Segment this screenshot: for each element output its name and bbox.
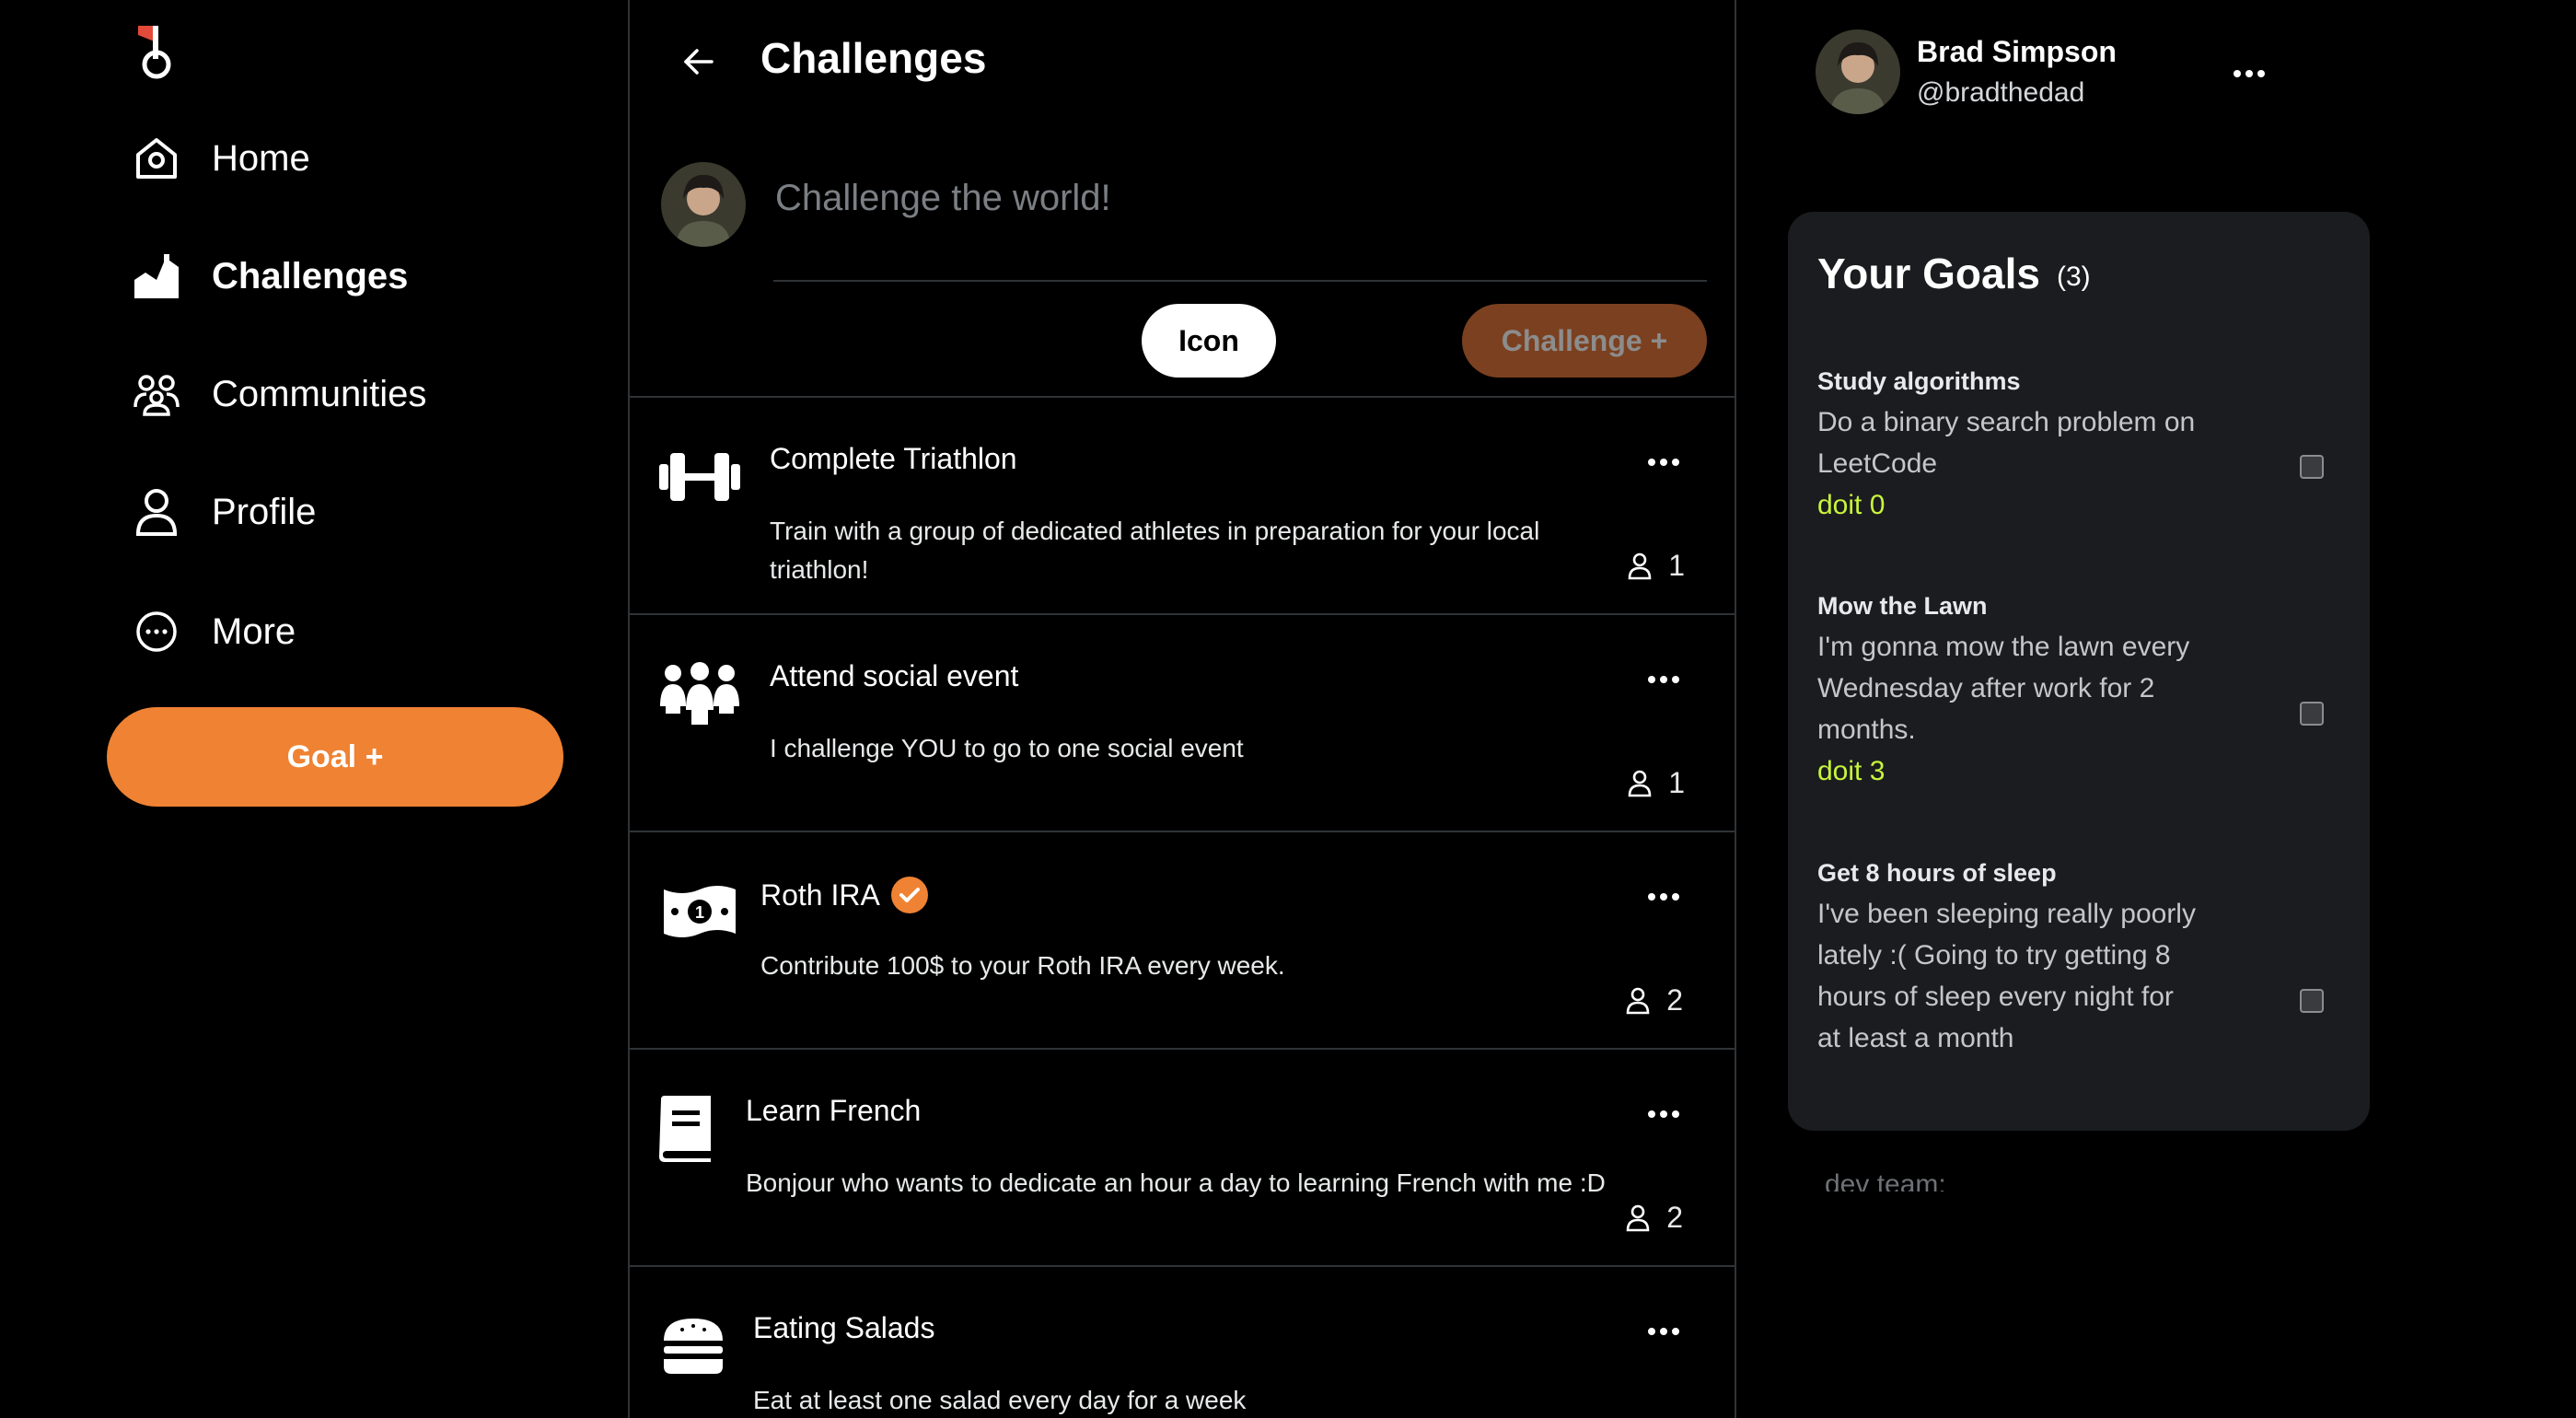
dev-team-label: dev team: (1825, 1169, 1946, 1191)
challenge-card[interactable]: 1 Roth IRA Contribute 100$ to your Roth … (630, 832, 1735, 1050)
burger-icon (661, 1311, 725, 1381)
main-feed-column: Challenges Icon Challenge + (628, 0, 1736, 1418)
nav-label-profile: Profile (212, 491, 317, 532)
nav-item-more[interactable]: More (129, 595, 296, 668)
goals-title: Your Goals (1817, 250, 2040, 297)
money-bill-icon: 1 (657, 877, 742, 947)
participant-count: 1 (1628, 766, 1685, 800)
nav-item-challenges[interactable]: Challenges (129, 239, 408, 313)
right-sidebar: Brad Simpson @bradthedad Your Goals (3) … (1736, 0, 2576, 1418)
page-title: Challenges (760, 34, 987, 82)
goal-title: Get 8 hours of sleep (1817, 859, 2057, 887)
person-icon (1628, 770, 1652, 796)
goal-title: Mow the Lawn (1817, 592, 1988, 620)
book-icon (656, 1094, 714, 1164)
participant-count-value: 1 (1668, 766, 1685, 799)
more-options-icon[interactable] (1639, 661, 1688, 698)
participant-count: 2 (1626, 983, 1683, 1017)
goal-item[interactable]: Get 8 hours of sleep I've been sleeping … (1817, 853, 2342, 1059)
goal-doit-count: doit 0 (1817, 490, 1886, 520)
person-icon (1626, 1204, 1650, 1231)
challenge-title-text: Complete Triathlon (770, 442, 1017, 475)
challenge-title: Learn French (746, 1094, 921, 1128)
challenge-description: I challenge YOU to go to one social even… (770, 734, 1244, 762)
avatar[interactable] (1816, 29, 1900, 114)
nav-label-more: More (212, 610, 296, 652)
mountain-flag-icon (129, 249, 184, 304)
goal-description: Do a binary search problem on LeetCode (1817, 407, 2196, 479)
svg-text:1: 1 (695, 903, 704, 922)
participant-count-value: 2 (1666, 1201, 1683, 1234)
goal-doit-count: doit 3 (1817, 756, 1886, 786)
goal-title: Study algorithms (1817, 367, 2021, 395)
challenge-title-text: Attend social event (770, 659, 1019, 692)
challenge-description: Train with a group of dedicated athletes… (770, 517, 1540, 584)
participant-count: 1 (1628, 549, 1685, 583)
challenge-title: Roth IRA (760, 877, 928, 913)
participant-count: 2 (1626, 1201, 1683, 1235)
more-options-icon[interactable] (1639, 878, 1688, 915)
communities-icon (129, 366, 184, 422)
goal-button[interactable]: Goal + (107, 707, 563, 807)
people-group-icon (657, 659, 742, 729)
nav-label-challenges: Challenges (212, 255, 409, 296)
icon-button[interactable]: Icon (1142, 304, 1276, 378)
back-arrow-icon[interactable] (674, 39, 724, 85)
goal-description: I'm gonna mow the lawn every Wednesday a… (1817, 632, 2190, 745)
challenge-description: Contribute 100$ to your Roth IRA every w… (760, 951, 1285, 980)
more-options-icon[interactable] (1639, 444, 1688, 481)
challenge-title-text: Roth IRA (760, 878, 880, 912)
challenge-title: Complete Triathlon (770, 442, 1017, 476)
challenge-list: Complete Triathlon Train with a group of… (630, 396, 1735, 1418)
home-icon (129, 131, 184, 186)
composer-divider (773, 280, 1707, 282)
participant-count-value: 1 (1668, 549, 1685, 582)
left-sidebar: Home Challenges Communities Profile More… (0, 0, 628, 1418)
nav-item-profile[interactable]: Profile (129, 475, 316, 549)
goal-checkbox[interactable] (2300, 702, 2324, 726)
dumbbell-icon (657, 442, 742, 512)
goal-checkbox[interactable] (2300, 455, 2324, 479)
person-icon (1626, 987, 1650, 1014)
account-more-icon[interactable] (2224, 55, 2274, 92)
participant-count-value: 2 (1666, 983, 1683, 1017)
challenge-description: Bonjour who wants to dedicate an hour a … (746, 1168, 1606, 1197)
user-handle: @bradthedad (1917, 77, 2085, 108)
composer-avatar[interactable] (661, 162, 746, 247)
nav-label-communities: Communities (212, 373, 427, 414)
challenge-title-text: Eating Salads (753, 1311, 935, 1344)
more-options-icon[interactable] (1639, 1313, 1688, 1350)
user-name: Brad Simpson (1917, 35, 2117, 68)
challenge-card[interactable]: Eating Salads Eat at least one salad eve… (630, 1267, 1735, 1418)
app-logo-icon[interactable] (134, 22, 179, 79)
more-circle-icon (129, 604, 184, 659)
challenge-title: Attend social event (770, 659, 1018, 693)
person-icon (129, 484, 184, 540)
challenge-title-text: Learn French (746, 1094, 922, 1127)
challenge-card[interactable]: Learn French Bonjour who wants to dedica… (630, 1050, 1735, 1267)
challenge-input[interactable] (775, 166, 1705, 230)
challenge-description: Eat at least one salad every day for a w… (753, 1386, 1247, 1414)
person-icon (1628, 552, 1652, 579)
challenge-title: Eating Salads (753, 1311, 934, 1345)
goal-item[interactable]: Study algorithms Do a binary search prob… (1817, 361, 2342, 526)
goals-panel: Your Goals (3) Study algorithms Do a bin… (1788, 212, 2370, 1131)
verified-badge-icon (890, 877, 928, 913)
goals-count: (3) (2057, 262, 2091, 292)
challenge-card[interactable]: Attend social event I challenge YOU to g… (630, 615, 1735, 832)
challenge-card[interactable]: Complete Triathlon Train with a group of… (630, 398, 1735, 615)
nav-label-home: Home (212, 137, 310, 179)
goal-checkbox[interactable] (2300, 989, 2324, 1013)
challenge-button[interactable]: Challenge + (1462, 304, 1707, 378)
goal-item[interactable]: Mow the Lawn I'm gonna mow the lawn ever… (1817, 586, 2342, 792)
nav-item-home[interactable]: Home (129, 122, 310, 195)
more-options-icon[interactable] (1639, 1096, 1688, 1133)
nav-item-communities[interactable]: Communities (129, 357, 426, 431)
goal-description: I've been sleeping really poorly lately … (1817, 899, 2196, 1053)
